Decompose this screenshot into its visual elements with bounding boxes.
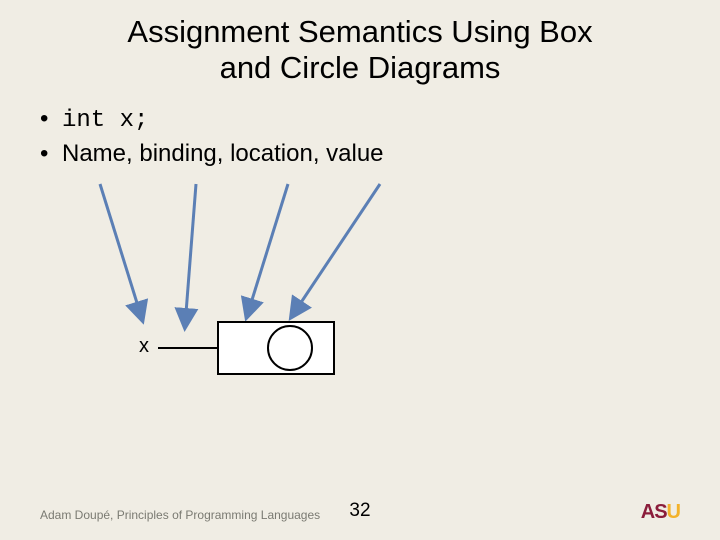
asu-logo: ASU bbox=[641, 501, 680, 524]
footer: Adam Doupé, Principles of Programming La… bbox=[40, 508, 680, 522]
variable-name-label: x bbox=[139, 335, 149, 358]
footer-text: Adam Doupé, Principles of Programming La… bbox=[40, 508, 320, 522]
bullet-list: int x; Name, binding, location, value bbox=[40, 103, 720, 170]
arrow-name bbox=[100, 184, 142, 319]
logo-a: A bbox=[641, 501, 654, 523]
arrow-location bbox=[247, 184, 288, 316]
title-line-2: and Circle Diagrams bbox=[220, 50, 501, 85]
bullet-2: Name, binding, location, value bbox=[40, 138, 720, 170]
slide-title: Assignment Semantics Using Box and Circl… bbox=[0, 0, 720, 85]
location-box bbox=[218, 322, 334, 374]
bullet-1: int x; bbox=[40, 103, 720, 137]
value-circle bbox=[268, 326, 312, 370]
arrow-binding bbox=[185, 184, 196, 326]
bullet-1-code: int x; bbox=[62, 107, 148, 134]
logo-u: U bbox=[667, 501, 680, 523]
title-line-1: Assignment Semantics Using Box bbox=[127, 14, 592, 49]
arrow-value bbox=[292, 184, 380, 316]
logo-s: S bbox=[654, 501, 666, 523]
